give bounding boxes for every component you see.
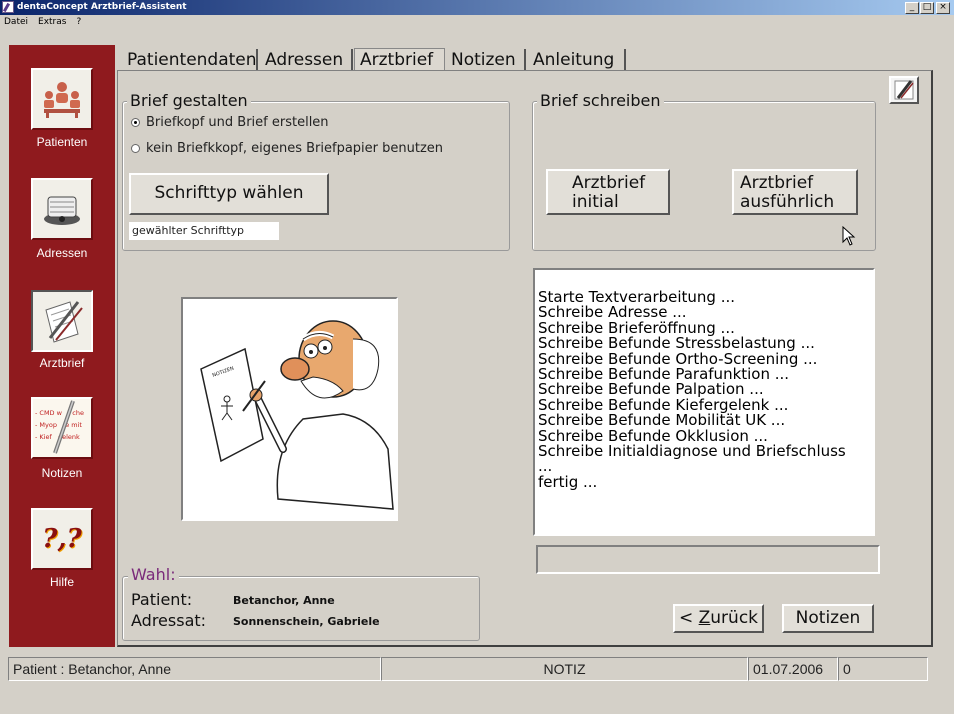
radio-dot	[131, 144, 140, 153]
choose-font-button[interactable]: Schrifttyp wählen	[129, 173, 329, 215]
log-line: fertig ...	[538, 472, 598, 491]
patient-value: Betanchor, Anne	[233, 594, 335, 607]
adressat-value: Sonnenschein, Gabriele	[233, 615, 380, 628]
adressat-label: Adressat:	[131, 611, 207, 630]
maximize-button[interactable]: □	[920, 2, 934, 14]
app-icon	[2, 1, 14, 13]
letter-pen-icon	[45, 301, 83, 343]
status-notiz: NOTIZ	[381, 657, 748, 681]
arztbrief-ausfuehrlich-button[interactable]: Arztbrief ausführlich	[732, 169, 858, 215]
rolodex-icon	[44, 196, 80, 225]
tab-anleitung[interactable]: Anleitung	[528, 49, 626, 71]
sidebar-item-adressen[interactable]	[31, 178, 93, 240]
group-legend: Brief gestalten	[127, 92, 251, 110]
radio-briefkopf[interactable]: Briefkopf und Brief erstellen	[131, 115, 329, 131]
menu-extras[interactable]: Extras	[38, 17, 66, 27]
tab-notizen[interactable]: Notizen	[446, 49, 526, 71]
sidebar-item-label: Arztbrief	[39, 356, 85, 370]
font-label: gewählter Schrifttyp	[129, 222, 279, 240]
menu-datei[interactable]: Datei	[4, 17, 28, 27]
log-line: Schreibe Initialdiagnose und Briefschlus…	[538, 442, 846, 461]
radio-dot	[131, 118, 140, 127]
minimize-button[interactable]: _	[905, 2, 919, 14]
back-button[interactable]: < Zurück	[673, 604, 764, 633]
title-bar: dentaConcept Arztbrief-Assistent _ □ ×	[0, 0, 954, 15]
sidebar-item-label: Notizen	[41, 466, 83, 480]
edit-pen-icon[interactable]	[889, 76, 919, 104]
notizen-button[interactable]: Notizen	[782, 604, 874, 633]
tab-arztbrief[interactable]: Arztbrief	[354, 48, 445, 71]
progress-log: Starte Textverarbeitung ... Schreibe Adr…	[533, 268, 875, 536]
sidebar-item-notizen[interactable]: - CMD w che - Myop e mit - Kief gelenk	[31, 397, 93, 459]
patients-icon	[44, 82, 80, 118]
sidebar-item-arztbrief[interactable]	[31, 290, 93, 352]
notes-icon: - CMD w che - Myop e mit - Kief gelenk	[33, 399, 91, 457]
window-title: dentaConcept Arztbrief-Assistent	[17, 2, 187, 12]
sidebar-item-label: Patienten	[36, 135, 88, 149]
help-icon: ?,?	[42, 524, 82, 554]
close-button[interactable]: ×	[936, 2, 950, 14]
menu-bar: Datei Extras?	[0, 15, 954, 29]
status-patient: Patient : Betanchor, Anne	[8, 657, 381, 681]
arztbrief-initial-button[interactable]: Arztbrief initial	[546, 169, 670, 215]
sidebar-item-patienten[interactable]	[31, 68, 93, 130]
group-legend: Brief schreiben	[537, 92, 664, 110]
radio-eigenes-briefpapier[interactable]: kein Briefkkopf, eigenes Briefpapier ben…	[131, 141, 443, 157]
sidebar-item-hilfe[interactable]: ?,?	[31, 508, 93, 570]
patient-label: Patient:	[131, 590, 193, 609]
doctor-illustration: NOTIZEN	[181, 297, 398, 521]
group-legend: Wahl:	[128, 566, 179, 584]
progress-bar	[536, 545, 880, 574]
mouse-cursor-icon	[842, 226, 856, 246]
status-date: 01.07.2006	[748, 657, 838, 681]
menu-help[interactable]: ?	[76, 17, 81, 27]
sidebar: Patienten Adressen Arztbrief - CMD w che…	[9, 45, 115, 647]
sidebar-item-label: Hilfe	[49, 575, 74, 589]
tab-patientendaten[interactable]: Patientendaten	[122, 49, 258, 71]
sidebar-item-label: Adressen	[36, 246, 88, 260]
status-count: 0	[838, 657, 928, 681]
tab-adressen[interactable]: Adressen	[260, 49, 353, 71]
